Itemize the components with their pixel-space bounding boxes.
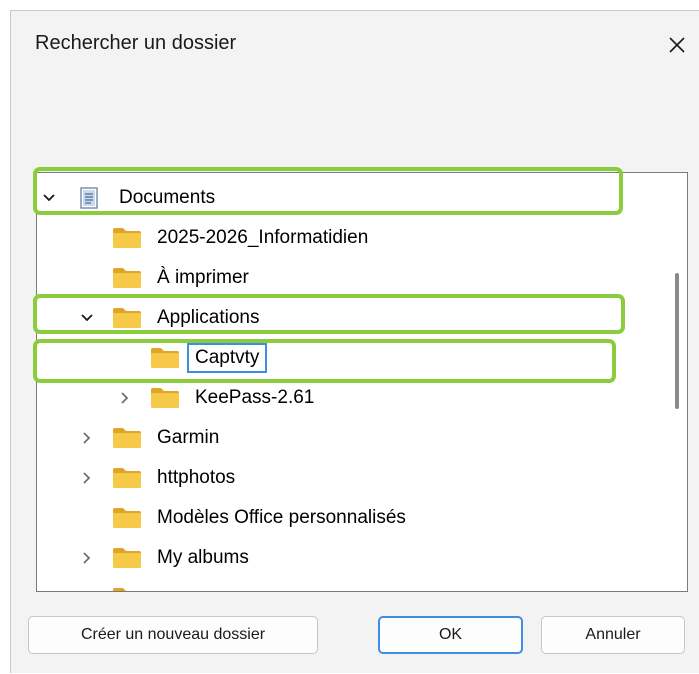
ok-button[interactable]: OK	[378, 616, 523, 654]
tree-item-icon	[150, 387, 180, 409]
tree-expander[interactable]	[79, 470, 95, 486]
documents-library-icon	[80, 187, 98, 209]
folder-tree[interactable]: Documents 2025-2026_Informatidien À imprim…	[36, 172, 688, 592]
tree-expander[interactable]	[79, 310, 95, 326]
chevron-down-icon	[81, 314, 93, 322]
tree-item-icon	[112, 427, 142, 449]
tree-item-icon	[150, 347, 180, 369]
scrollbar-thumb[interactable]	[675, 273, 679, 409]
tree-item-icon	[112, 587, 142, 591]
tree-item-label: Applications	[157, 307, 260, 328]
tree-item-label: httphotos	[157, 467, 236, 488]
tree-expander[interactable]	[79, 430, 95, 446]
folder-icon	[113, 468, 141, 488]
chevron-right-icon	[83, 432, 91, 444]
tree-scrollbar[interactable]	[667, 173, 687, 591]
folder-icon	[113, 548, 141, 568]
close-button[interactable]	[655, 25, 699, 65]
tree-item[interactable]: My albums	[37, 538, 667, 578]
title-bar: Rechercher un dossier	[11, 11, 699, 79]
tree-item-label: KeePass-2.61	[195, 387, 315, 408]
tree-item[interactable]: httphotos	[37, 458, 667, 498]
folder-icon	[151, 388, 179, 408]
tree-expander[interactable]	[79, 550, 95, 566]
tree-expander[interactable]	[41, 190, 57, 206]
folder-icon	[113, 308, 141, 328]
tree-item[interactable]: Applications	[37, 298, 667, 338]
tree-item[interactable]: KeePass-2.61	[37, 378, 667, 418]
tree-item-label: À imprimer	[157, 267, 249, 288]
tree-item[interactable]: Garmin	[37, 418, 667, 458]
tree-item-label: Documents	[119, 187, 216, 208]
browse-folder-dialog: Rechercher un dossier Documents 2025-2026…	[10, 10, 699, 673]
tree-item-icon	[112, 227, 142, 249]
chevron-right-icon	[83, 472, 91, 484]
tree-item-icon	[112, 307, 142, 329]
tree-item[interactable]: À imprimer	[37, 258, 667, 298]
tree-item-icon	[112, 507, 142, 529]
folder-tree-rows: Documents 2025-2026_Informatidien À imprim…	[37, 173, 667, 591]
cancel-button[interactable]: Annuler	[541, 616, 685, 654]
chevron-down-icon	[43, 194, 55, 202]
folder-icon	[113, 268, 141, 288]
tree-item-icon	[112, 547, 142, 569]
tree-item[interactable]: Captvty	[37, 338, 667, 378]
folder-icon	[113, 508, 141, 528]
tree-item-label: Captvty	[187, 343, 268, 373]
tree-item-icon	[112, 267, 142, 289]
dialog-title: Rechercher un dossier	[35, 32, 237, 54]
tree-item-icon	[74, 187, 104, 209]
tree-item-partial[interactable]	[37, 578, 667, 591]
tree-item-label: 2025-2026_Informatidien	[157, 227, 369, 248]
new-folder-button[interactable]: Créer un nouveau dossier	[28, 616, 318, 654]
folder-icon	[113, 588, 139, 591]
folder-icon	[151, 348, 179, 368]
tree-item-label: Garmin	[157, 427, 220, 448]
folder-icon	[113, 228, 141, 248]
chevron-right-icon	[83, 552, 91, 564]
tree-expander[interactable]	[117, 390, 133, 406]
tree-item[interactable]: Documents	[37, 178, 667, 218]
close-icon	[669, 37, 685, 53]
tree-item-label: My albums	[157, 547, 249, 568]
chevron-right-icon	[121, 392, 129, 404]
tree-item[interactable]: Modèles Office personnalisés	[37, 498, 667, 538]
folder-icon	[113, 428, 141, 448]
tree-item[interactable]: 2025-2026_Informatidien	[37, 218, 667, 258]
tree-item-label: Modèles Office personnalisés	[157, 507, 406, 528]
tree-item-icon	[112, 467, 142, 489]
